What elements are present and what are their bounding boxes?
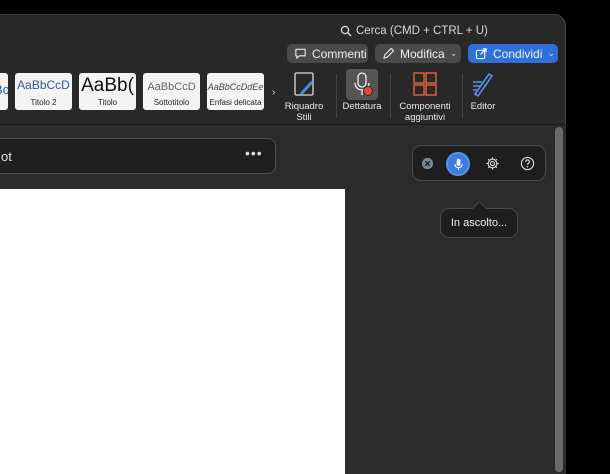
dictation-mic-icon [354,72,373,96]
share-label: Condividi [493,46,543,61]
style-card-subtitle[interactable]: AaBbCcD Sottotitolo [143,73,200,110]
editor-pen-icon [473,72,494,98]
styles-pane-button[interactable]: Riquadro Stili [282,70,326,123]
share-button[interactable]: Condividi ⌄ [468,44,558,63]
dictation-toolbar [412,145,546,181]
document-page[interactable] [0,189,345,474]
comments-label: Commenti [312,46,367,61]
document-title-bar[interactable]: ot ••• [0,138,276,174]
close-icon[interactable] [418,154,436,172]
add-ins-grid-icon [413,72,437,96]
search-icon [340,25,352,37]
vertical-scrollbar[interactable] [555,127,563,472]
divider [390,74,391,118]
divider [462,74,463,118]
chevron-right-icon[interactable]: › [272,87,275,98]
styles-pane-icon [294,72,314,96]
comment-icon [295,48,306,59]
search-label: Cerca (CMD + CTRL + U) [356,25,488,37]
chevron-down-icon: ⌄ [547,48,555,58]
tool-label: Stili [296,112,312,123]
edit-mode-button[interactable]: Modifica ⌄ [375,44,461,63]
search-box[interactable]: Cerca (CMD + CTRL + U) [340,25,488,37]
style-sample: AaBbCcD [147,81,196,93]
gear-icon[interactable] [483,154,501,172]
help-icon[interactable] [518,154,536,172]
style-sample: AaBb( [81,75,134,96]
style-sample: AaBbCcD [17,78,70,92]
chevron-down-icon: ⌄ [449,48,458,58]
document-title: ot [1,149,12,164]
microphone-icon [453,158,463,170]
style-label: Enfasi delicata [209,98,262,107]
style-label: Sottotitolo [153,98,190,107]
editor-button[interactable]: Editor [466,70,500,112]
more-options-icon[interactable]: ••• [245,145,263,161]
tool-label: Riquadro [284,101,324,112]
word-window: Cerca (CMD + CTRL + U) Commenti Modifica… [0,14,566,474]
style-card-normal[interactable]: Bc [0,73,8,110]
ribbon: Bc AaBbCcD Titolo 2 AaBb( Titolo AaBbCcD… [0,68,566,125]
style-card-subtle-emphasis[interactable]: AaBbCcDdEe Enfasi delicata [207,73,264,110]
tool-label: Editor [470,101,496,112]
tool-label: Componenti [399,101,451,112]
style-card-title[interactable]: AaBb( Titolo [79,73,136,110]
tool-label: Dettatura [342,101,382,112]
dictation-button[interactable]: Dettatura [340,70,384,112]
listening-tooltip: In ascolto... [440,208,518,238]
divider [336,74,337,118]
share-icon [475,48,487,60]
comments-button[interactable]: Commenti [287,44,368,63]
pencil-icon [383,47,395,59]
style-label: Titolo [97,98,118,107]
add-ins-button[interactable]: Componenti aggiuntivi [396,70,454,123]
style-card-heading2[interactable]: AaBbCcD Titolo 2 [15,73,72,110]
tool-label: aggiuntivi [404,112,446,123]
microphone-button[interactable] [446,152,470,176]
edit-label: Modifica [400,46,445,61]
style-sample: AaBbCcDdEe [207,82,264,92]
style-label: Titolo 2 [30,98,57,107]
style-sample: Bc [0,82,8,97]
